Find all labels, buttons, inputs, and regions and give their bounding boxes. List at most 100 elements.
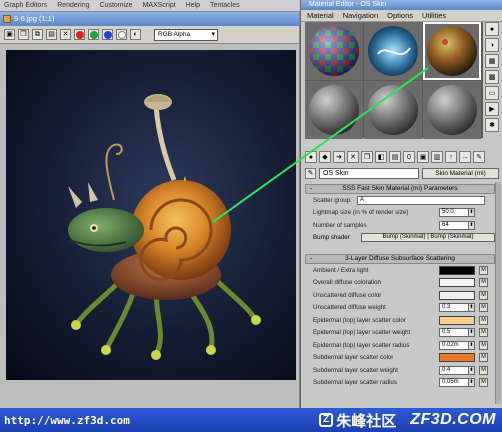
sample-slot-5[interactable] [364,81,422,139]
lightmap-size-field[interactable]: 50.0 [439,208,469,218]
scatter-group-field[interactable]: A [357,195,485,205]
material-effects-channel-icon[interactable]: 0 [403,151,415,163]
menu-help[interactable]: Help [186,2,200,9]
sample-slot-4[interactable] [305,81,363,139]
menu-options[interactable]: Options [387,11,413,20]
spinner-icon[interactable]: ⬍ [469,378,475,388]
color-swatch[interactable] [439,315,475,325]
spinner-icon[interactable]: ⬍ [469,303,475,313]
go-forward-icon[interactable]: → [459,151,471,163]
reset-map-icon[interactable]: ✕ [347,151,359,163]
put-to-scene-icon[interactable]: ◆ [319,151,331,163]
sample-slot-checker[interactable] [305,22,363,80]
scatter-group-row: Scatter group: A [305,194,495,207]
map-button[interactable]: M [479,278,488,288]
diffuse-param-field[interactable]: 0.02m [439,340,469,350]
clear-icon[interactable]: ✕ [60,29,71,40]
green-channel-toggle[interactable] [88,29,99,40]
diffuse-param-label: Epidermal (top) layer scatter weight [313,329,411,337]
uv-tiling-icon[interactable]: ▩ [485,70,499,84]
show-map-icon[interactable]: ▣ [417,151,429,163]
sss-rollout-header[interactable]: - SSS Fast Skin Material (mi) Parameters [305,184,495,194]
backlight-icon[interactable]: ◑ [485,38,499,52]
checker-sphere-icon [309,26,359,76]
menu-rendering[interactable]: Rendering [57,2,89,9]
num-samples-row: Number of samples 64 ⬍ [305,219,495,232]
get-material-icon[interactable]: ● [305,151,317,163]
spinner-icon[interactable]: ⬍ [469,220,475,230]
map-button[interactable]: M [479,290,488,300]
background-icon[interactable]: ▦ [485,54,499,68]
diffuse-param-row: Subdermal layer scatter color M [305,352,495,365]
sample-slot-glass[interactable] [364,22,422,80]
menu-maxscript[interactable]: MAXScript [143,2,176,9]
diffuse-param-label: Epidermal (top) layer scatter color [313,316,406,324]
diffuse-sss-rollout: - 3-Layer Diffuse Subsurface Scattering … [305,254,495,389]
blue-channel-toggle[interactable] [102,29,113,40]
num-samples-field[interactable]: 64 [439,220,469,230]
diffuse-param-field[interactable]: 0.3 [439,303,469,313]
window-icon [3,15,11,23]
bump-shader-button[interactable]: Bump (Skinmat) | Bump (Skinmat) [361,233,495,242]
sample-slot-6[interactable] [423,81,481,139]
map-button[interactable]: M [479,328,488,338]
color-swatch[interactable] [439,278,475,288]
menu-customize[interactable]: Customize [100,2,133,9]
options-icon[interactable]: ✱ [485,118,499,132]
red-channel-toggle[interactable] [74,29,85,40]
spinner-icon[interactable]: ⬍ [469,365,475,375]
copy-material-icon[interactable]: ❐ [361,151,373,163]
menu-navigation[interactable]: Navigation [343,11,378,20]
diffuse-rollout-header[interactable]: - 3-Layer Diffuse Subsurface Scattering [305,254,495,264]
lightmap-size-label: Lightmap size (in % of render size) [313,209,409,217]
map-button[interactable]: M [479,365,488,375]
color-swatch[interactable] [439,353,475,363]
spinner-icon[interactable]: ⬍ [469,340,475,350]
spinner-icon[interactable]: ⬍ [469,328,475,338]
site-logo-zh: Z 朱峰社区 [319,410,410,431]
make-unique-icon[interactable]: ◧ [375,151,387,163]
copy-icon[interactable]: ❐ [18,29,29,40]
map-button[interactable]: M [479,353,488,363]
pick-from-object-icon[interactable]: ✎ [473,151,485,163]
diffuse-param-field[interactable]: 0.4 [439,365,469,375]
alpha-channel-toggle[interactable] [116,29,127,40]
color-swatch[interactable] [439,265,475,275]
map-button[interactable]: M [479,378,488,388]
eyedropper-icon[interactable]: ✎ [305,168,316,179]
menu-utilities[interactable]: Utilities [422,11,446,20]
skin-sphere-icon [427,26,477,76]
menu-material[interactable]: Material [307,11,334,20]
map-button[interactable]: M [479,340,488,350]
color-swatch[interactable] [439,290,475,300]
rendered-image [6,50,296,380]
save-icon[interactable]: ▣ [4,29,15,40]
assign-to-selection-icon[interactable]: ➜ [333,151,345,163]
rollout-scrollbar[interactable] [495,182,501,404]
menu-tentacles[interactable]: Tentacles [210,2,240,9]
go-to-parent-icon[interactable]: ↑ [445,151,457,163]
diffuse-param-field[interactable]: 0.05m [439,378,469,388]
menu-graph-editors[interactable]: Graph Editors [4,2,47,9]
render-window-titlebar: 9-6.jpg (1:1) [0,12,299,26]
diffuse-param-field[interactable]: 0.5 [439,328,469,338]
print-icon[interactable]: ▤ [46,29,57,40]
site-url[interactable]: http://www.zf3d.com [0,414,319,427]
material-name-field[interactable]: OS Skin [319,168,419,179]
mono-toggle[interactable]: ◐ [130,29,141,40]
glass-sphere-icon [368,26,418,76]
sample-slot-skin[interactable] [423,22,481,80]
make-preview-icon[interactable]: ▶ [485,102,499,116]
clone-icon[interactable]: ⧉ [32,29,43,40]
map-button[interactable]: M [479,315,488,325]
diffuse-rows: Ambient / Extra light M Overall diffuse co… [305,264,495,389]
sample-type-icon[interactable]: ● [485,22,499,36]
put-to-library-icon[interactable]: ▤ [389,151,401,163]
channel-select[interactable]: RGB Alpha [154,28,218,41]
spinner-icon[interactable]: ⬍ [469,208,475,218]
map-button[interactable]: M [479,303,488,313]
map-button[interactable]: M [479,265,488,275]
material-type-button[interactable]: Skin Material (mi) [422,168,499,179]
video-color-check-icon[interactable]: ▭ [485,86,499,100]
show-end-result-icon[interactable]: ▥ [431,151,443,163]
